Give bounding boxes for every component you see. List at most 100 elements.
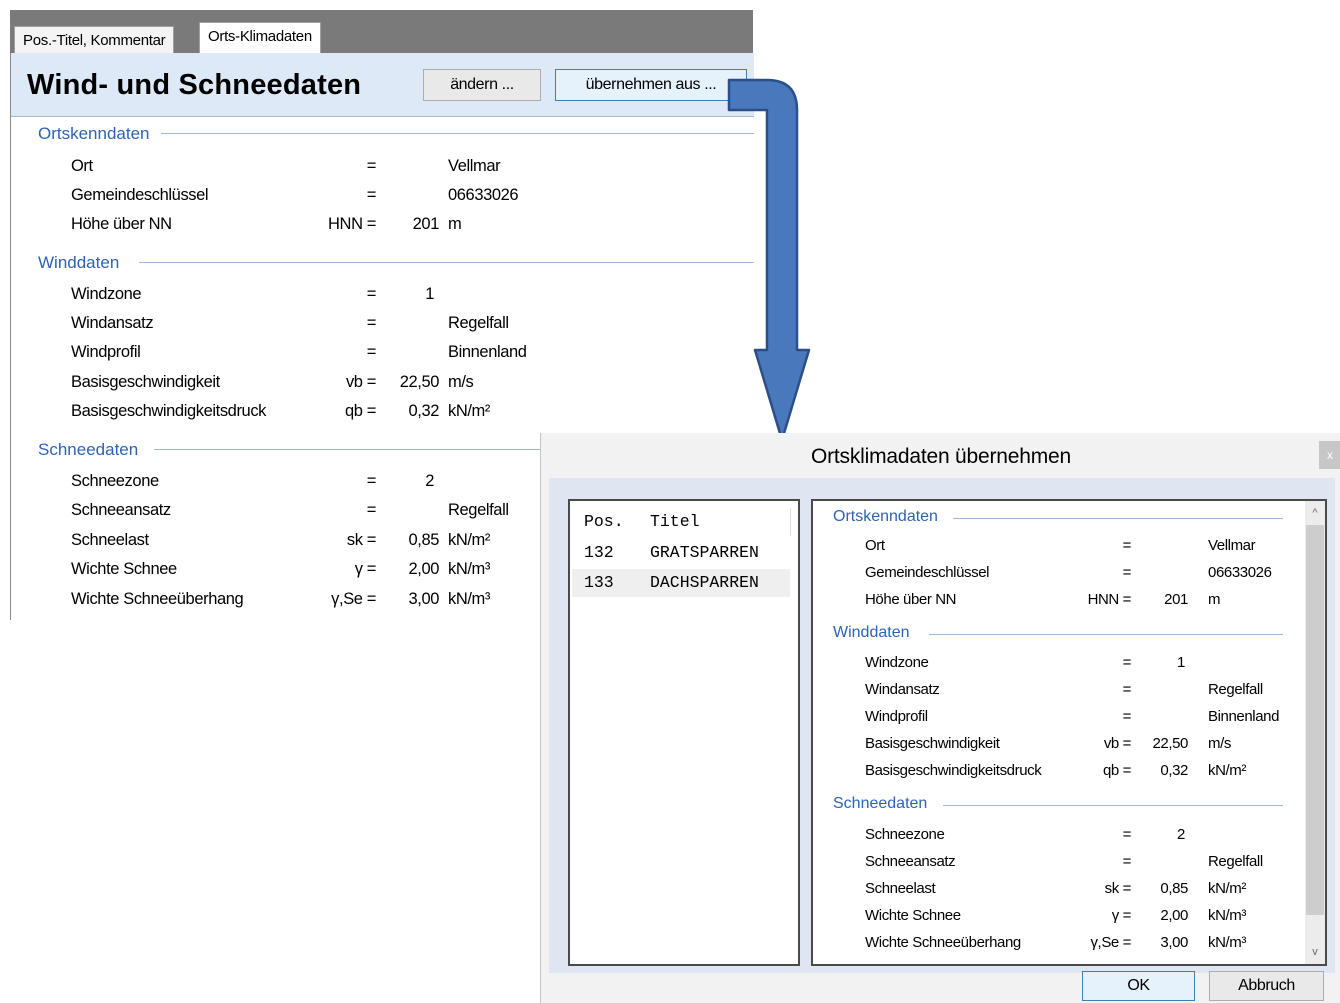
section-divider bbox=[953, 518, 1283, 519]
row-label: Wichte Schnee bbox=[865, 907, 961, 924]
row-value: 201 bbox=[1164, 591, 1188, 608]
dialog-title: Ortsklimadaten übernehmen bbox=[811, 445, 1071, 468]
row-value-text: Binnenland bbox=[448, 343, 527, 361]
row-label: Gemeindeschlüssel bbox=[865, 564, 990, 581]
row-symbol: = bbox=[1122, 681, 1132, 698]
section-title-ortskenndaten: Ortskenndaten bbox=[833, 508, 944, 526]
row-symbol: sk = bbox=[346, 531, 377, 549]
position-list[interactable]: Pos. Titel 132 GRATSPARREN 133 DACHSPARR… bbox=[568, 499, 800, 966]
row-value: 0,85 bbox=[1160, 880, 1188, 897]
row-symbol: γ,Se = bbox=[1090, 934, 1131, 951]
ok-button[interactable]: OK bbox=[1082, 971, 1195, 1001]
page-title: Wind- und Schneedaten bbox=[27, 69, 362, 101]
row-unit: m/s bbox=[448, 373, 474, 391]
row-label: Windzone bbox=[71, 285, 142, 303]
column-divider bbox=[790, 508, 791, 536]
row-value: 22,50 bbox=[1152, 735, 1188, 752]
row-value-text: Vellmar bbox=[448, 157, 501, 175]
section-title-schneedaten: Schneedaten bbox=[833, 795, 934, 813]
row-label: Schneezone bbox=[71, 472, 159, 490]
scroll-down-icon[interactable]: v bbox=[1305, 940, 1325, 964]
scroll-thumb[interactable] bbox=[1306, 525, 1324, 915]
row-symbol: = bbox=[366, 157, 377, 175]
list-item-titel: GRATSPARREN bbox=[650, 543, 759, 562]
vertical-scrollbar[interactable]: ^ v bbox=[1305, 501, 1325, 964]
row-symbol: qb = bbox=[1102, 762, 1131, 779]
row-value: 3,00 bbox=[1160, 934, 1188, 951]
abbruch-button[interactable]: Abbruch bbox=[1209, 971, 1324, 1001]
row-unit: kN/m² bbox=[448, 402, 490, 420]
row-unit: kN/m³ bbox=[1208, 934, 1246, 951]
row-symbol: = bbox=[366, 343, 377, 361]
row-symbol: sk = bbox=[1104, 880, 1132, 897]
section-divider bbox=[943, 805, 1283, 806]
row-label: Windprofil bbox=[71, 343, 141, 361]
row-value: 1 bbox=[425, 285, 434, 303]
row-value: 2 bbox=[425, 472, 434, 490]
section-title-winddaten: Winddaten bbox=[833, 624, 916, 642]
row-symbol: = bbox=[366, 314, 377, 332]
row-symbol: = bbox=[1122, 537, 1132, 554]
tab-orts-klimadaten[interactable]: Orts-Klimadaten bbox=[199, 22, 321, 57]
row-value-text: Regelfall bbox=[1208, 853, 1263, 870]
row-symbol: γ = bbox=[354, 560, 377, 578]
row-label: Windansatz bbox=[865, 681, 940, 698]
flow-arrow-icon bbox=[727, 78, 811, 442]
row-unit: kN/m² bbox=[1208, 762, 1246, 779]
row-value-text: Regelfall bbox=[1208, 681, 1263, 698]
row-unit: kN/m³ bbox=[1208, 907, 1246, 924]
aendern-button[interactable]: ändern ... bbox=[423, 69, 541, 101]
row-symbol: qb = bbox=[345, 402, 376, 420]
row-unit: kN/m³ bbox=[448, 560, 490, 578]
row-value: 1 bbox=[1177, 654, 1185, 671]
row-symbol: γ,Se = bbox=[331, 590, 376, 608]
row-label: Schneeansatz bbox=[865, 853, 956, 870]
row-value-text: Regelfall bbox=[448, 501, 509, 519]
row-symbol: = bbox=[366, 472, 377, 490]
detail-panel: Ortskenndaten Ort = Vellmar Gemeindeschl… bbox=[811, 499, 1327, 966]
row-label: Ort bbox=[71, 157, 93, 175]
list-item-selected[interactable]: 133 DACHSPARREN bbox=[572, 569, 790, 597]
list-item-titel: DACHSPARREN bbox=[650, 573, 759, 592]
row-unit: kN/m² bbox=[1208, 880, 1246, 897]
section-divider bbox=[929, 634, 1283, 635]
row-label: Schneezone bbox=[865, 826, 945, 843]
row-symbol: = bbox=[366, 285, 377, 303]
header-bar: Wind- und Schneedaten ändern ... überneh… bbox=[11, 53, 754, 117]
row-unit: m bbox=[448, 215, 462, 233]
row-value: 3,00 bbox=[408, 590, 439, 608]
uebernehmen-aus-button[interactable]: übernehmen aus ... bbox=[555, 69, 747, 101]
row-value: 22,50 bbox=[399, 373, 440, 391]
row-unit: kN/m³ bbox=[448, 590, 490, 608]
list-item[interactable]: 132 GRATSPARREN bbox=[572, 539, 790, 567]
scroll-up-icon[interactable]: ^ bbox=[1305, 501, 1325, 525]
row-label: Basisgeschwindigkeitsdruck bbox=[865, 762, 1042, 779]
list-item-pos: 133 bbox=[584, 573, 614, 592]
row-label: Höhe über NN bbox=[71, 215, 172, 233]
row-value: 2,00 bbox=[1160, 907, 1188, 924]
row-symbol: = bbox=[1122, 826, 1132, 843]
tab-pos-titel[interactable]: Pos.-Titel, Kommentar bbox=[14, 26, 175, 55]
section-divider bbox=[139, 262, 754, 263]
section-title-schneedaten: Schneedaten bbox=[38, 440, 145, 460]
row-label: Basisgeschwindigkeitsdruck bbox=[71, 402, 267, 420]
row-label: Windansatz bbox=[71, 314, 154, 332]
row-symbol: γ = bbox=[1111, 907, 1132, 924]
row-value: 2,00 bbox=[408, 560, 439, 578]
list-header: Pos. Titel bbox=[572, 508, 791, 536]
row-symbol: = bbox=[366, 186, 377, 204]
row-unit: m bbox=[1208, 591, 1221, 608]
row-symbol: vb = bbox=[1103, 735, 1132, 752]
row-label: Schneelast bbox=[865, 880, 936, 897]
row-label: Wichte Schneeüberhang bbox=[865, 934, 1021, 951]
row-label: Gemeindeschlüssel bbox=[71, 186, 209, 204]
row-value: 0,32 bbox=[1160, 762, 1188, 779]
row-label: Wichte Schneeüberhang bbox=[71, 590, 244, 608]
row-label: Schneeansatz bbox=[71, 501, 171, 519]
close-icon[interactable]: x bbox=[1319, 441, 1340, 469]
row-value-text: Binnenland bbox=[1208, 708, 1280, 725]
row-symbol: = bbox=[1122, 564, 1132, 581]
section-title-ortskenndaten: Ortskenndaten bbox=[38, 124, 156, 144]
row-value: 201 bbox=[412, 215, 440, 233]
row-value: 0,32 bbox=[408, 402, 439, 420]
